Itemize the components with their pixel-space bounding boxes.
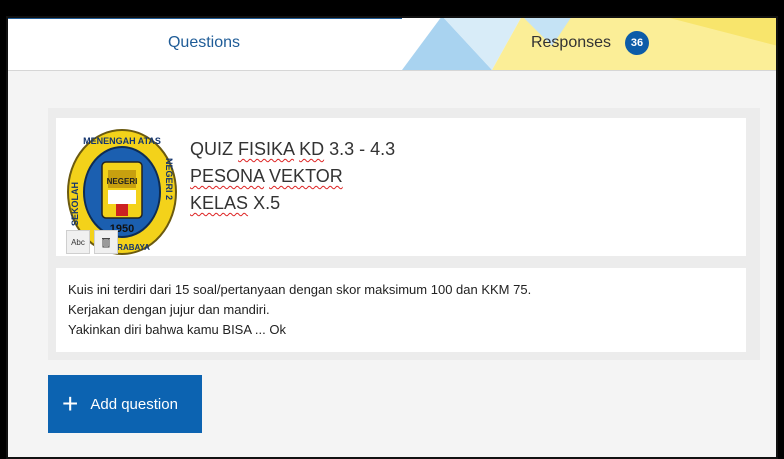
- description-line-3: Yakinkan diri bahwa kamu BISA ... Ok: [68, 322, 286, 337]
- alt-text-icon[interactable]: Abc: [66, 230, 90, 254]
- forms-window: Questions Responses 36 NEGERI MENENGAH A…: [6, 16, 778, 459]
- tab-questions[interactable]: Questions: [6, 16, 402, 70]
- title-line-3: KELAS X.5: [190, 193, 281, 213]
- title-line-1: QUIZ FISIKA KD 3.3 - 4.3: [190, 139, 396, 159]
- image-toolbar: Abc: [66, 230, 118, 254]
- form-description[interactable]: Kuis ini terdiri dari 15 soal/pertanyaan…: [68, 280, 531, 340]
- tab-responses[interactable]: Responses 36: [402, 16, 778, 70]
- logo-text-center: NEGERI: [107, 177, 138, 186]
- tab-responses-label: Responses: [530, 34, 612, 51]
- tab-bar: Questions Responses 36: [6, 16, 778, 71]
- trash-icon[interactable]: [94, 230, 118, 254]
- responses-count-badge: 36: [625, 31, 650, 55]
- alt-text-label: Abc: [71, 237, 85, 247]
- add-question-button[interactable]: + Add question: [48, 375, 202, 433]
- trash-glyph: [102, 238, 110, 248]
- form-title-section[interactable]: NEGERI MENENGAH ATAS SEKOLAH NEGERI 2 19…: [56, 118, 746, 256]
- form-title[interactable]: QUIZ FISIKA KD 3.3 - 4.3 PESONA VEKTOR K…: [190, 136, 395, 217]
- title-line-2: PESONA VEKTOR: [190, 166, 343, 186]
- logo-text-right: NEGERI 2: [164, 158, 174, 200]
- description-line-1: Kuis ini terdiri dari 15 soal/pertanyaan…: [68, 282, 532, 297]
- form-header-card: NEGERI MENENGAH ATAS SEKOLAH NEGERI 2 19…: [48, 108, 760, 360]
- logo-text-left: SEKOLAH: [70, 182, 80, 226]
- logo-text-top: MENENGAH ATAS: [83, 136, 161, 146]
- form-description-section[interactable]: Kuis ini terdiri dari 15 soal/pertanyaan…: [56, 268, 746, 352]
- add-question-label: Add question: [90, 395, 178, 413]
- description-line-2: Kerjakan dengan jujur dan mandiri.: [68, 302, 270, 317]
- plus-icon: +: [62, 388, 79, 419]
- tab-questions-label: Questions: [167, 34, 241, 51]
